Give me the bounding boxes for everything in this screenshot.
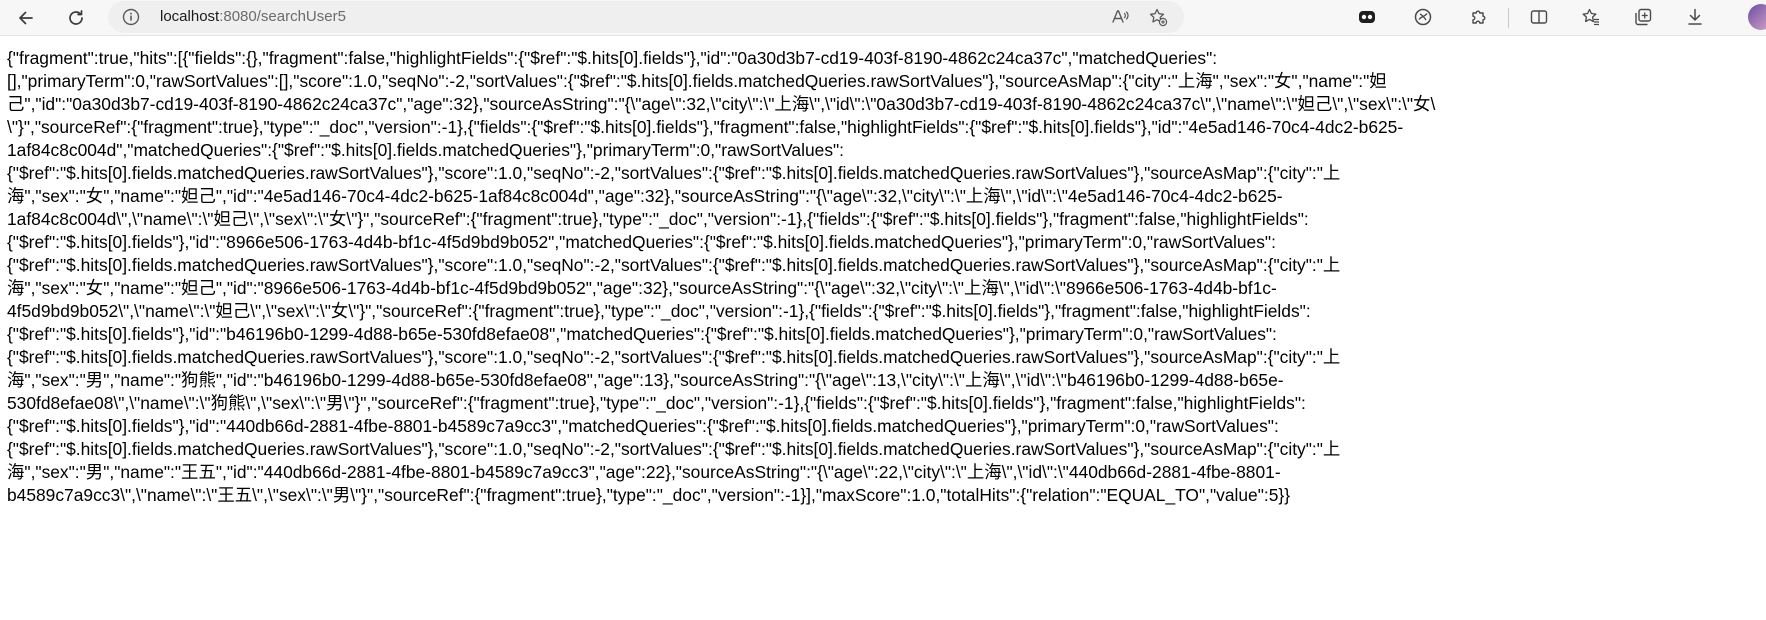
url-text[interactable]: localhost:8080/searchUser5 xyxy=(160,7,346,27)
back-arrow-icon xyxy=(19,11,33,25)
info-icon[interactable] xyxy=(122,8,140,26)
json-text-line: 己","id":"0a30d3b7-cd19-403f-8190-4862c24… xyxy=(7,94,1436,114)
json-text-line: b4589c7a9cc3\",\"name\":\"王五\",\"sex\":\… xyxy=(7,485,1291,505)
toolbar-divider xyxy=(1508,8,1509,28)
url-path: :8080/searchUser5 xyxy=(219,8,346,25)
split-screen-icon xyxy=(1530,10,1548,24)
puzzle-icon xyxy=(1472,10,1486,24)
json-text-line: {"$ref":"$.hits[0].fields.matchedQueries… xyxy=(7,163,1341,183)
favorites-icon xyxy=(1582,8,1599,26)
download-icon xyxy=(1688,8,1702,25)
extension-button-2[interactable] xyxy=(1412,6,1434,28)
json-text-line: 4f5d9bd9b052\",\"name\":\"妲己\",\"sex\":\… xyxy=(7,301,1311,321)
json-text-line: {"fragment":true,"hits":[{"fields":{},"f… xyxy=(7,48,1218,68)
json-response-body: {"fragment":true,"hits":[{"fields":{},"f… xyxy=(7,47,1759,607)
refresh-icon xyxy=(69,10,83,25)
downloads-button[interactable] xyxy=(1684,6,1706,28)
json-text-line: 海","sex":"男","name":"王五","id":"440db66d-… xyxy=(7,462,1281,482)
json-text-line: {"$ref":"$.hits[0].fields.matchedQueries… xyxy=(7,439,1341,459)
extension-icon-1 xyxy=(1359,11,1375,23)
extension-icon-2 xyxy=(1414,8,1432,26)
browser-toolbar: localhost:8080/searchUser5 xyxy=(0,0,1766,36)
back-button[interactable] xyxy=(12,4,40,32)
json-text-line: {"$ref":"$.hits[0].fields"},"id":"b46196… xyxy=(7,324,1277,344)
json-text-line: {"$ref":"$.hits[0].fields.matchedQueries… xyxy=(7,347,1341,367)
json-text-line: 1af84c8c004d","matchedQueries":{"$ref":"… xyxy=(7,140,845,160)
json-text-line: {"$ref":"$.hits[0].fields.matchedQueries… xyxy=(7,255,1341,275)
json-text-line: 海","sex":"男","name":"狗熊","id":"b46196b0-… xyxy=(7,370,1284,390)
json-text-line: {"$ref":"$.hits[0].fields"},"id":"8966e5… xyxy=(7,232,1276,252)
extensions-button[interactable] xyxy=(1468,6,1490,28)
address-bar[interactable]: localhost:8080/searchUser5 xyxy=(108,1,1184,33)
add-favorite-icon[interactable] xyxy=(1148,7,1168,27)
read-aloud-icon[interactable] xyxy=(1110,7,1130,27)
collections-button[interactable] xyxy=(1632,6,1654,28)
split-screen-button[interactable] xyxy=(1528,6,1550,28)
json-text-line: 530fd8efae08\",\"name\":\"狗熊\",\"sex\":\… xyxy=(7,393,1306,413)
json-text-line: \"}","sourceRef":{"fragment":true},"type… xyxy=(7,117,1404,137)
collections-icon xyxy=(1635,8,1652,26)
refresh-button[interactable] xyxy=(62,4,90,32)
favorites-button[interactable] xyxy=(1580,6,1602,28)
json-text-line: 海","sex":"女","name":"妲己","id":"4e5ad146-… xyxy=(7,186,1283,206)
json-text-line: {"$ref":"$.hits[0].fields"},"id":"440db6… xyxy=(7,416,1279,436)
profile-avatar[interactable] xyxy=(1748,4,1766,30)
url-host: localhost xyxy=(160,8,220,25)
json-text-line: [],"primaryTerm":0,"rawSortValues":[],"s… xyxy=(7,71,1387,91)
json-text-line: 1af84c8c004d\",\"name\":\"妲己\",\"sex\":\… xyxy=(7,209,1309,229)
json-text-line: 海","sex":"女","name":"妲己","id":"8966e506-… xyxy=(7,278,1277,298)
extension-button-1[interactable] xyxy=(1356,6,1378,28)
